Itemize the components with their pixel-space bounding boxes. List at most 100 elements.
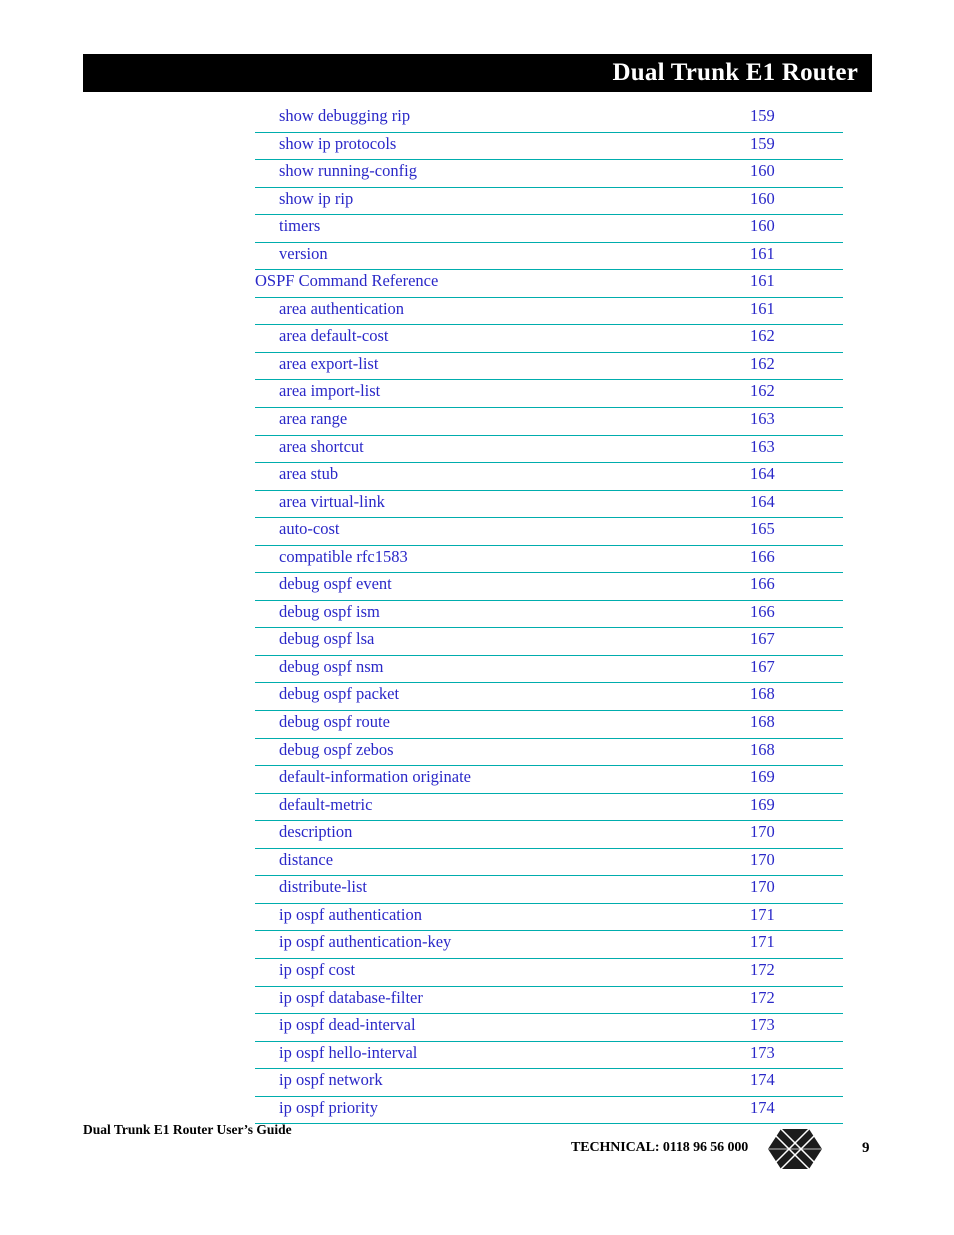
toc-entry[interactable]: ip ospf dead-interval 173 [255,1014,843,1042]
toc-entry[interactable]: area virtual-link 164 [255,491,843,519]
toc-entry[interactable]: debug ospf nsm 167 [255,656,843,684]
toc-entry-page-number[interactable]: 164 [750,464,775,484]
toc-entry-page-number[interactable]: 170 [750,877,775,897]
toc-entry-label[interactable]: show running-config [279,161,417,181]
toc-entry-page-number[interactable]: 168 [750,712,775,732]
toc-entry[interactable]: debug ospf lsa 167 [255,628,843,656]
toc-entry-page-number[interactable]: 167 [750,657,775,677]
toc-entry[interactable]: show debugging rip 159 [255,105,843,133]
toc-entry[interactable]: distance 170 [255,849,843,877]
toc-entry-label[interactable]: debug ospf ism [279,602,380,622]
toc-entry-label[interactable]: area import-list [279,381,380,401]
toc-entry-label[interactable]: ip ospf hello-interval [279,1043,417,1063]
toc-entry-page-number[interactable]: 171 [750,905,775,925]
toc-entry[interactable]: debug ospf event 166 [255,573,843,601]
toc-entry[interactable]: area authentication 161 [255,298,843,326]
toc-entry[interactable]: default-metric 169 [255,794,843,822]
toc-entry-label[interactable]: timers [279,216,320,236]
toc-entry[interactable]: area shortcut 163 [255,436,843,464]
toc-entry-label[interactable]: area default-cost [279,326,388,346]
toc-entry[interactable]: debug ospf packet 168 [255,683,843,712]
toc-entry-label[interactable]: ip ospf authentication [279,905,422,925]
toc-entry-label[interactable]: show debugging rip [279,106,410,126]
toc-entry-label[interactable]: area export-list [279,354,378,374]
toc-entry[interactable]: debug ospf zebos 168 [255,739,843,767]
toc-entry[interactable]: area stub 164 [255,463,843,491]
toc-entry-page-number[interactable]: 174 [750,1098,775,1118]
toc-entry-page-number[interactable]: 160 [750,161,775,181]
toc-entry-page-number[interactable]: 159 [750,134,775,154]
toc-entry[interactable]: ip ospf authentication-key 171 [255,931,843,959]
toc-entry-label[interactable]: debug ospf route [279,712,390,732]
toc-entry-page-number[interactable]: 160 [750,189,775,209]
toc-entry-label[interactable]: ip ospf authentication-key [279,932,451,952]
toc-entry-label[interactable]: debug ospf packet [279,684,399,704]
toc-entry-label[interactable]: area range [279,409,347,429]
toc-entry-page-number[interactable]: 165 [750,519,775,539]
toc-entry[interactable]: ip ospf cost 172 [255,959,843,987]
toc-entry-page-number[interactable]: 168 [750,740,775,760]
toc-entry[interactable]: area default-cost 162 [255,325,843,353]
toc-entry-page-number[interactable]: 162 [750,354,775,374]
toc-entry-page-number[interactable]: 173 [750,1043,775,1063]
toc-entry-label[interactable]: OSPF Command Reference [255,271,438,291]
toc-entry-page-number[interactable]: 163 [750,409,775,429]
toc-entry-page-number[interactable]: 171 [750,932,775,952]
toc-entry-page-number[interactable]: 173 [750,1015,775,1035]
toc-entry[interactable]: description 170 [255,821,843,849]
toc-entry-page-number[interactable]: 161 [750,271,775,291]
toc-entry[interactable]: default-information originate 169 [255,766,843,794]
toc-entry[interactable]: auto-cost 165 [255,518,843,546]
toc-entry-page-number[interactable]: 170 [750,822,775,842]
toc-entry-label[interactable]: ip ospf database-filter [279,988,423,1008]
toc-entry-page-number[interactable]: 162 [750,326,775,346]
toc-entry-label[interactable]: debug ospf event [279,574,392,594]
toc-entry[interactable]: show ip protocols 159 [255,133,843,161]
toc-entry[interactable]: area range 163 [255,408,843,436]
toc-entry[interactable]: distribute-list 170 [255,876,843,904]
toc-entry-label[interactable]: default-metric [279,795,372,815]
toc-entry-label[interactable]: show ip protocols [279,134,396,154]
toc-entry[interactable]: area export-list 162 [255,353,843,381]
toc-entry[interactable]: area import-list 162 [255,380,843,409]
toc-entry-page-number[interactable]: 164 [750,492,775,512]
toc-entry-label[interactable]: area authentication [279,299,404,319]
toc-entry-label[interactable]: distance [279,850,333,870]
toc-entry-page-number[interactable]: 167 [750,629,775,649]
toc-entry-page-number[interactable]: 169 [750,767,775,787]
toc-entry-label[interactable]: default-information originate [279,767,471,787]
toc-entry[interactable]: compatible rfc1583 166 [255,546,843,574]
toc-entry-page-number[interactable]: 166 [750,547,775,567]
toc-entry[interactable]: debug ospf ism 166 [255,601,843,629]
toc-entry[interactable]: show running-config 160 [255,160,843,188]
toc-entry-page-number[interactable]: 172 [750,988,775,1008]
toc-entry-label[interactable]: area stub [279,464,338,484]
toc-entry[interactable]: ip ospf database-filter 172 [255,987,843,1015]
toc-entry-label[interactable]: ip ospf priority [279,1098,378,1118]
toc-entry[interactable]: show ip rip 160 [255,188,843,216]
toc-entry-label[interactable]: version [279,244,328,264]
toc-entry-page-number[interactable]: 170 [750,850,775,870]
toc-entry-label[interactable]: distribute-list [279,877,367,897]
toc-entry-label[interactable]: debug ospf zebos [279,740,394,760]
toc-entry-label[interactable]: area virtual-link [279,492,385,512]
toc-entry[interactable]: ip ospf network 174 [255,1069,843,1097]
toc-entry-page-number[interactable]: 166 [750,602,775,622]
toc-entry-label[interactable]: debug ospf nsm [279,657,384,677]
toc-entry-page-number[interactable]: 172 [750,960,775,980]
toc-entry-label[interactable]: ip ospf cost [279,960,355,980]
toc-entry-page-number[interactable]: 160 [750,216,775,236]
toc-entry[interactable]: version 161 [255,243,843,271]
toc-entry-page-number[interactable]: 166 [750,574,775,594]
toc-entry-page-number[interactable]: 161 [750,244,775,264]
toc-entry[interactable]: OSPF Command Reference 161 [255,270,843,298]
toc-entry-page-number[interactable]: 169 [750,795,775,815]
toc-entry-label[interactable]: debug ospf lsa [279,629,374,649]
toc-entry-page-number[interactable]: 161 [750,299,775,319]
toc-entry-label[interactable]: compatible rfc1583 [279,547,408,567]
toc-entry-page-number[interactable]: 162 [750,381,775,401]
toc-entry-label[interactable]: auto-cost [279,519,339,539]
toc-entry[interactable]: ip ospf authentication 171 [255,904,843,932]
toc-entry-page-number[interactable]: 174 [750,1070,775,1090]
toc-entry-label[interactable]: ip ospf network [279,1070,383,1090]
